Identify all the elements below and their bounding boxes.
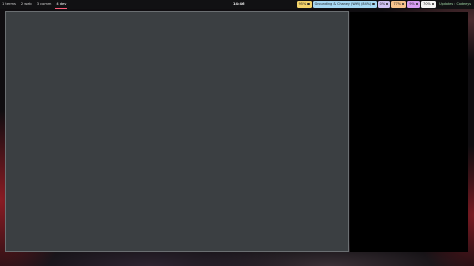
desktop: 1 terms 2 web 3 comm 4 dev 14:46 95% Gro…	[0, 0, 474, 266]
workspace-2[interactable]: 2 web	[20, 0, 33, 9]
top-bar: 1 terms 2 web 3 comm 4 dev 14:46 95% Gro…	[0, 0, 474, 9]
volume-icon	[431, 2, 435, 6]
cpu-value: 0%	[379, 2, 386, 6]
workspace-1[interactable]: 1 terms	[1, 0, 17, 9]
workspace-3[interactable]: 3 comm	[36, 0, 53, 9]
temp-module[interactable]: 77%	[391, 1, 407, 8]
workspace-switcher: 1 terms 2 web 3 comm 4 dev	[1, 0, 67, 9]
status-modules: 95% Grounding & Chaney (Wifi) (84%) 0% 7…	[296, 1, 473, 8]
clock[interactable]: 14:46	[233, 0, 244, 9]
wifi-module[interactable]: Grounding & Chaney (Wifi) (84%)	[312, 1, 377, 8]
battery-module[interactable]: 95%	[296, 1, 312, 8]
battery-value: 95%	[298, 2, 307, 6]
memory-module[interactable]: 9%	[407, 1, 421, 8]
memory-value: 9%	[409, 2, 415, 6]
wifi-icon	[372, 2, 375, 6]
cpu-icon	[386, 2, 389, 6]
terminal-window[interactable]	[350, 12, 468, 252]
cpu-module[interactable]: 0%	[377, 1, 391, 8]
battery-icon	[307, 2, 310, 6]
volume-module[interactable]: 70%	[421, 1, 437, 8]
wifi-value: Grounding & Chaney (Wifi) (84%)	[314, 2, 372, 6]
memory-icon	[415, 2, 419, 6]
volume-value: 70%	[423, 2, 431, 6]
workspace-4[interactable]: 4 dev	[55, 0, 67, 9]
editor-window[interactable]	[5, 11, 349, 252]
thermometer-icon	[402, 2, 405, 6]
updates-module[interactable]: Updates : Cadeeys	[437, 1, 473, 8]
temp-value: 77%	[393, 2, 401, 6]
